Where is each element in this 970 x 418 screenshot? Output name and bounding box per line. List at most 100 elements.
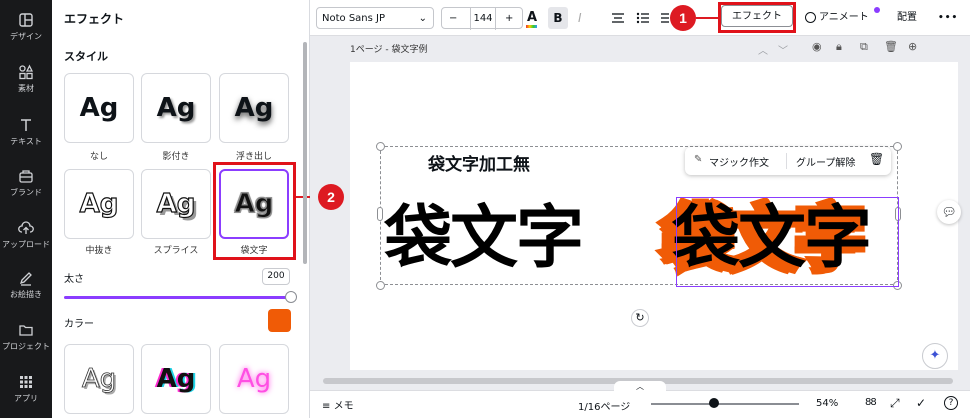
rail-item-projects[interactable]: プロジェクト <box>0 322 52 370</box>
rail-item-apps[interactable]: アプリ <box>0 374 52 418</box>
magic-write-button[interactable]: マジック作文 <box>709 154 769 169</box>
font-size-decrease[interactable]: − <box>449 8 457 30</box>
bold-button[interactable]: B <box>548 7 568 29</box>
thickness-slider-track[interactable] <box>64 296 290 299</box>
notes-button[interactable]: ≡ メモ <box>322 397 354 412</box>
animate-label: アニメート <box>819 12 869 23</box>
style-sample-none: Ag <box>79 93 119 123</box>
grid-view-icon[interactable]: 88 <box>865 397 877 408</box>
duplicate-page-icon[interactable]: ⧉ <box>860 40 868 54</box>
italic-button[interactable]: I <box>578 7 582 29</box>
more-options-button[interactable]: ••• <box>938 7 958 29</box>
left-rail: デザイン 素材 テキスト ブランド アップロード お絵描き プロジェクト アプリ <box>0 0 52 418</box>
check-icon[interactable]: ✓ <box>916 396 926 410</box>
zoom-slider-track[interactable] <box>651 403 799 405</box>
style-tile-lift[interactable]: Ag <box>219 73 289 143</box>
rail-item-draw[interactable]: お絵描き <box>0 270 52 318</box>
panel-title: エフェクト <box>64 12 125 26</box>
rail-label-apps: アプリ <box>14 394 38 403</box>
rail-label-elements: 素材 <box>18 84 34 93</box>
color-swatch[interactable] <box>268 309 291 332</box>
style-label-none: なし <box>89 152 108 162</box>
color-bar-icon <box>526 25 537 28</box>
list-button[interactable] <box>636 7 650 29</box>
position-button[interactable]: 配置 <box>897 7 917 29</box>
font-selector[interactable]: Noto Sans JP ⌄ <box>316 7 434 29</box>
menu-divider <box>786 153 787 169</box>
add-page-icon[interactable]: ⊕ <box>908 40 917 53</box>
notes-label: メモ <box>333 401 354 412</box>
style-sample-hollow: Ag <box>79 188 119 219</box>
rotate-handle-icon[interactable]: ↻ <box>631 309 649 327</box>
page-indicator[interactable]: 1/16ページ <box>578 398 630 413</box>
rail-label-projects: プロジェクト <box>2 342 50 351</box>
rail-label-design: デザイン <box>10 32 42 41</box>
style-tile-splice[interactable]: Ag <box>141 169 211 239</box>
rail-label-upload: アップロード <box>2 240 50 249</box>
rail-item-upload[interactable]: アップロード <box>0 220 52 268</box>
rail-item-elements[interactable]: 素材 <box>0 64 52 112</box>
style-tile-shadow[interactable]: Ag <box>141 73 211 143</box>
font-size-value[interactable]: 144 <box>470 8 496 30</box>
style-tile-glitch[interactable]: Ag <box>141 344 211 414</box>
style-label-hollow: 中抜き <box>85 246 113 256</box>
chevron-down-icon[interactable]: ﹀ <box>778 46 798 57</box>
annotation-frame-2 <box>213 162 296 260</box>
style-label-shadow: 影付き <box>162 152 190 162</box>
style-tile-echo[interactable]: Ag <box>64 344 134 414</box>
style-sample-neon: Ag <box>236 364 272 394</box>
notes-icon: ≡ <box>322 401 331 412</box>
zoom-slider-thumb[interactable] <box>709 398 719 408</box>
align-center-icon <box>612 13 624 23</box>
font-name: Noto Sans JP <box>322 13 385 24</box>
zoom-value[interactable]: 54% <box>816 398 838 409</box>
thickness-slider-thumb[interactable] <box>285 291 297 303</box>
ungroup-button[interactable]: グループ解除 <box>796 154 855 169</box>
text-selection-box <box>676 197 899 287</box>
style-tile-neon[interactable]: Ag <box>219 344 289 414</box>
animate-icon <box>805 11 816 23</box>
draw-icon <box>19 272 32 286</box>
chevron-down-icon: ⌄ <box>418 13 427 24</box>
style-tile-hollow[interactable]: Ag <box>64 169 134 239</box>
resize-handle-bl[interactable] <box>376 281 385 290</box>
spacing-icon <box>661 13 669 23</box>
thickness-input[interactable]: 200 <box>262 268 290 285</box>
trash-icon[interactable]: 🗑︎ <box>869 152 884 166</box>
rail-item-brand[interactable]: ブランド <box>0 168 52 216</box>
apps-icon <box>20 376 32 388</box>
animate-button[interactable]: アニメート <box>805 7 869 29</box>
text-icon <box>21 119 31 131</box>
style-sample-splice: Ag <box>156 188 196 219</box>
lock-page-icon[interactable]: 🔒︎ <box>836 40 842 54</box>
fullscreen-icon[interactable]: ⤢ <box>890 396 900 411</box>
resize-handle-left[interactable] <box>377 207 383 221</box>
delete-page-icon[interactable]: 🗑︎ <box>884 40 898 53</box>
panel-scrollbar[interactable] <box>303 42 307 264</box>
magic-assistant-icon[interactable]: ✦ <box>922 343 948 369</box>
chevron-up-icon[interactable]: ︿ <box>758 46 778 57</box>
spacing-button[interactable] <box>660 7 670 29</box>
font-size-increase[interactable]: + <box>505 8 513 30</box>
style-sample-glitch: Ag <box>156 364 196 394</box>
upload-icon <box>18 221 34 234</box>
style-tile-none[interactable]: Ag <box>64 73 134 143</box>
annotation-connector-1 <box>696 17 718 19</box>
effects-button[interactable]: エフェクト <box>721 5 793 27</box>
rail-label-text: テキスト <box>10 137 42 146</box>
brand-icon <box>19 170 33 183</box>
rail-label-draw: お絵描き <box>10 290 42 299</box>
plain-heading[interactable]: 袋文字 <box>384 205 584 273</box>
text-color-button[interactable]: A <box>526 7 537 29</box>
help-icon[interactable]: ? <box>944 396 958 410</box>
resize-handle-tr[interactable] <box>893 142 902 151</box>
rail-item-design[interactable]: デザイン <box>0 12 52 60</box>
resize-handle-tl[interactable] <box>376 142 385 151</box>
elements-icon <box>19 64 34 80</box>
align-button[interactable] <box>611 7 625 29</box>
hide-page-icon[interactable]: ◉ <box>812 40 822 53</box>
caption-text[interactable]: 袋文字加工無 <box>428 150 530 175</box>
expand-pages-button[interactable]: ︿ <box>614 381 666 393</box>
rail-item-text[interactable]: テキスト <box>0 117 52 165</box>
comment-add-icon[interactable]: 💬︎ <box>937 200 961 224</box>
